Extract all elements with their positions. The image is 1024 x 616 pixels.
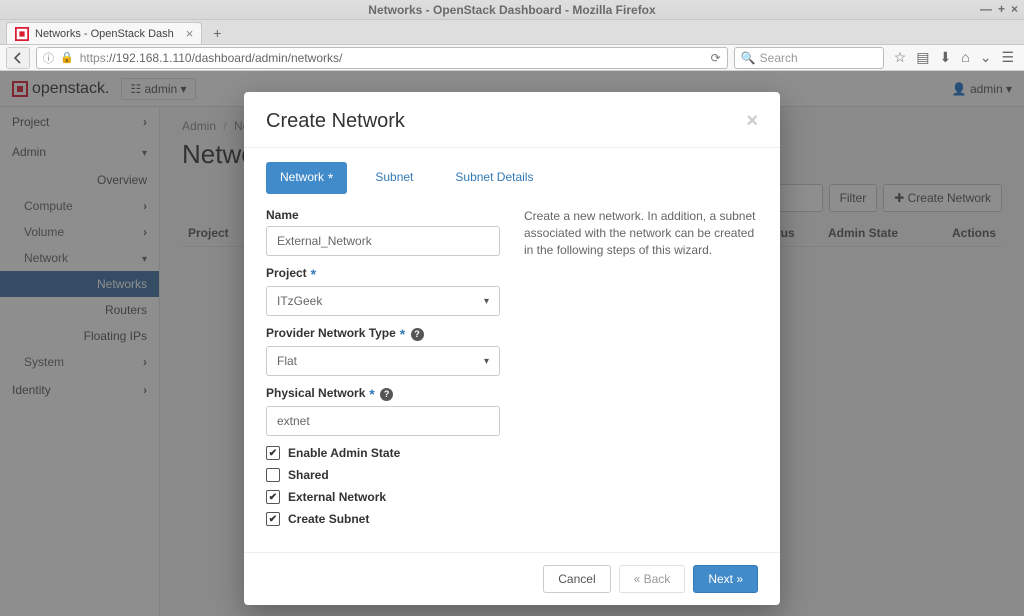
window-close-icon[interactable]: × <box>1011 2 1018 16</box>
browser-tab-bar: Networks - OpenStack Dash × + <box>0 20 1024 45</box>
tab-close-icon[interactable]: × <box>186 26 194 41</box>
tab-subnet-details[interactable]: Subnet Details <box>441 162 547 194</box>
checkbox-checked-icon: ✔ <box>266 446 280 460</box>
nav-back-button[interactable] <box>6 47 30 69</box>
back-button[interactable]: « Back <box>619 565 686 593</box>
clipboard-icon[interactable]: ▤ <box>916 49 929 66</box>
window-maximize-icon[interactable]: + <box>998 2 1005 16</box>
shared-checkbox[interactable]: Shared <box>266 468 500 482</box>
modal-title: Create Network <box>266 110 405 133</box>
modal-header: Create Network × <box>244 92 780 148</box>
cancel-button[interactable]: Cancel <box>543 565 610 593</box>
help-icon[interactable]: ? <box>380 388 393 401</box>
home-icon[interactable]: ⌂ <box>961 49 969 66</box>
window-title-text: Networks - OpenStack Dashboard - Mozilla… <box>368 3 655 17</box>
chevron-down-icon: ▾ <box>484 356 489 367</box>
checkbox-checked-icon: ✔ <box>266 490 280 504</box>
project-label: Project * <box>266 266 500 282</box>
external-network-checkbox[interactable]: ✔ External Network <box>266 490 500 504</box>
tab-network[interactable]: Network * <box>266 162 347 194</box>
next-button[interactable]: Next » <box>693 565 758 593</box>
name-label: Name <box>266 208 500 222</box>
bookmark-icon[interactable]: ☆ <box>894 49 907 66</box>
browser-nav-toolbar: ⓘ 🔒 https://192.168.1.110/dashboard/admi… <box>0 45 1024 71</box>
window-title-bar: Networks - OpenStack Dashboard - Mozilla… <box>0 0 1024 20</box>
provider-type-select[interactable]: Flat ▾ <box>266 346 500 376</box>
physical-network-label: Physical Network * ? <box>266 386 500 402</box>
tab-subnet[interactable]: Subnet <box>361 162 427 194</box>
wizard-tabs: Network * Subnet Subnet Details <box>266 162 758 194</box>
search-icon: 🔍 <box>741 51 756 65</box>
close-icon[interactable]: × <box>746 110 758 133</box>
search-placeholder: Search <box>760 51 798 65</box>
url-bar[interactable]: ⓘ 🔒 https://192.168.1.110/dashboard/admi… <box>36 47 728 69</box>
downloads-icon[interactable]: ⬇ <box>940 49 952 66</box>
tab-label: Networks - OpenStack Dash <box>35 28 174 40</box>
provider-type-value: Flat <box>277 354 297 368</box>
url-path: ://192.168.1.110/dashboard/admin/network… <box>106 51 343 65</box>
modal-footer: Cancel « Back Next » <box>244 552 780 605</box>
checkbox-unchecked-icon <box>266 468 280 482</box>
lock-warning-icon[interactable]: 🔒 <box>60 51 74 64</box>
info-icon[interactable]: ⓘ <box>43 50 54 66</box>
name-input[interactable] <box>266 226 500 256</box>
browser-tab[interactable]: Networks - OpenStack Dash × <box>6 22 202 44</box>
tab-favicon-icon <box>15 27 29 41</box>
pocket-icon[interactable]: ⌄ <box>980 49 992 66</box>
physical-network-input[interactable] <box>266 406 500 436</box>
enable-admin-state-checkbox[interactable]: ✔ Enable Admin State <box>266 446 500 460</box>
create-network-modal: Create Network × Network * Subnet Subnet… <box>244 92 780 605</box>
new-tab-button[interactable]: + <box>206 23 228 43</box>
project-select-value: ITzGeek <box>277 294 322 308</box>
project-select[interactable]: ITzGeek ▾ <box>266 286 500 316</box>
provider-type-label: Provider Network Type * ? <box>266 326 500 342</box>
url-scheme: https <box>80 51 106 65</box>
checkbox-checked-icon: ✔ <box>266 512 280 526</box>
modal-description: Create a new network. In addition, a sub… <box>524 208 758 534</box>
help-icon[interactable]: ? <box>411 328 424 341</box>
refresh-icon[interactable]: ⟳ <box>699 51 721 65</box>
chevron-down-icon: ▾ <box>484 296 489 307</box>
create-subnet-checkbox[interactable]: ✔ Create Subnet <box>266 512 500 526</box>
menu-icon[interactable]: ☰ <box>1001 49 1014 66</box>
window-minimize-icon[interactable]: — <box>980 2 992 16</box>
search-box[interactable]: 🔍 Search <box>734 47 884 69</box>
